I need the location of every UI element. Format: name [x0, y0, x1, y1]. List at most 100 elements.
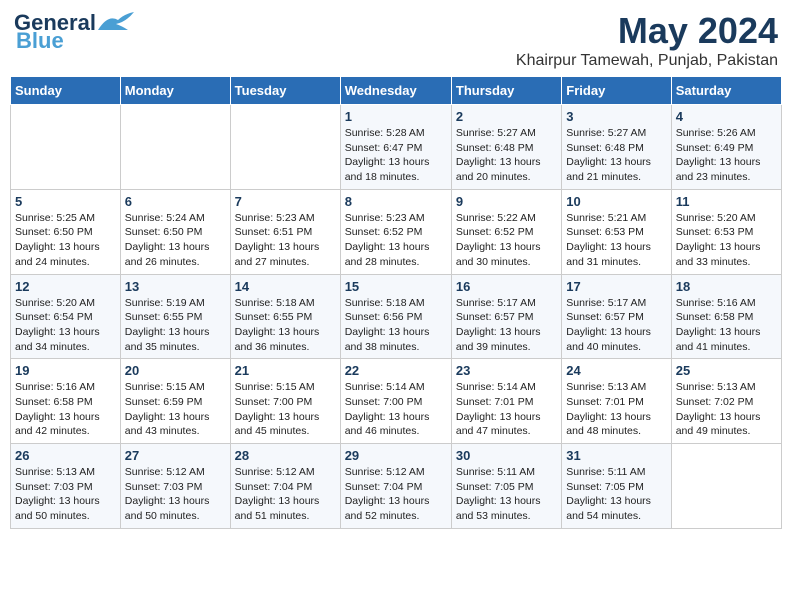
weekday-header-friday: Friday	[562, 77, 671, 105]
calendar-cell: 9 Sunrise: 5:22 AMSunset: 6:52 PMDaylight…	[451, 189, 561, 274]
day-number: 2	[456, 109, 557, 124]
day-number: 13	[125, 279, 226, 294]
day-number: 4	[676, 109, 777, 124]
calendar-table: SundayMondayTuesdayWednesdayThursdayFrid…	[10, 76, 782, 529]
day-number: 9	[456, 194, 557, 209]
calendar-cell: 7Sunrise: 5:23 AMSunset: 6:51 PMDaylight…	[230, 189, 340, 274]
calendar-week-row: 1Sunrise: 5:28 AMSunset: 6:47 PMDaylight…	[11, 105, 782, 190]
day-info: Sunrise: 5:27 AMSunset: 6:48 PMDaylight:…	[456, 126, 557, 185]
logo: General Blue	[14, 10, 134, 54]
day-info: Sunrise: 5:23 AMSunset: 6:52 PMDaylight:…	[345, 211, 447, 270]
weekday-header-tuesday: Tuesday	[230, 77, 340, 105]
day-info: Sunrise: 5:13 AMSunset: 7:02 PMDaylight:…	[676, 380, 777, 439]
calendar-week-row: 5 Sunrise: 5:25 AMSunset: 6:50 PMDaylight…	[11, 189, 782, 274]
calendar-cell: 15Sunrise: 5:18 AMSunset: 6:56 PMDayligh…	[340, 274, 451, 359]
day-number: 23	[456, 363, 557, 378]
calendar-cell: 21 Sunrise: 5:15 AMSunset: 7:00 PMDayligh…	[230, 359, 340, 444]
calendar-cell: 3 Sunrise: 5:27 AMSunset: 6:48 PMDaylight…	[562, 105, 671, 190]
page-header: General Blue May 2024 Khairpur Tamewah, …	[10, 10, 782, 70]
day-number: 30	[456, 448, 557, 463]
day-number: 10	[566, 194, 666, 209]
month-title: May 2024	[516, 10, 778, 52]
day-info: Sunrise: 5:20 AMSunset: 6:54 PMDaylight:…	[15, 296, 116, 355]
day-info: Sunrise: 5:27 AMSunset: 6:48 PMDaylight:…	[566, 126, 666, 185]
day-number: 6	[125, 194, 226, 209]
calendar-cell: 8Sunrise: 5:23 AMSunset: 6:52 PMDaylight…	[340, 189, 451, 274]
location: Khairpur Tamewah, Punjab, Pakistan	[516, 52, 778, 70]
calendar-week-row: 19 Sunrise: 5:16 AMSunset: 6:58 PMDayligh…	[11, 359, 782, 444]
day-info: Sunrise: 5:18 AMSunset: 6:55 PMDaylight:…	[235, 296, 336, 355]
calendar-cell	[11, 105, 121, 190]
calendar-cell: 19 Sunrise: 5:16 AMSunset: 6:58 PMDayligh…	[11, 359, 121, 444]
day-number: 3	[566, 109, 666, 124]
day-info: Sunrise: 5:11 AMSunset: 7:05 PMDaylight:…	[566, 465, 666, 524]
day-info: Sunrise: 5:18 AMSunset: 6:56 PMDaylight:…	[345, 296, 447, 355]
title-area: May 2024 Khairpur Tamewah, Punjab, Pakis…	[516, 10, 778, 70]
calendar-cell: 14 Sunrise: 5:18 AMSunset: 6:55 PMDayligh…	[230, 274, 340, 359]
day-info: Sunrise: 5:14 AMSunset: 7:01 PMDaylight:…	[456, 380, 557, 439]
calendar-cell: 17 Sunrise: 5:17 AMSunset: 6:57 PMDayligh…	[562, 274, 671, 359]
day-info: Sunrise: 5:21 AMSunset: 6:53 PMDaylight:…	[566, 211, 666, 270]
calendar-cell	[671, 444, 781, 529]
day-info: Sunrise: 5:13 AMSunset: 7:01 PMDaylight:…	[566, 380, 666, 439]
day-number: 14	[235, 279, 336, 294]
calendar-week-row: 12 Sunrise: 5:20 AMSunset: 6:54 PMDayligh…	[11, 274, 782, 359]
day-info: Sunrise: 5:28 AMSunset: 6:47 PMDaylight:…	[345, 126, 447, 185]
day-number: 29	[345, 448, 447, 463]
day-info: Sunrise: 5:11 AMSunset: 7:05 PMDaylight:…	[456, 465, 557, 524]
calendar-week-row: 26Sunrise: 5:13 AMSunset: 7:03 PMDayligh…	[11, 444, 782, 529]
day-info: Sunrise: 5:15 AMSunset: 7:00 PMDaylight:…	[235, 380, 336, 439]
calendar-cell: 27 Sunrise: 5:12 AMSunset: 7:03 PMDayligh…	[120, 444, 230, 529]
day-info: Sunrise: 5:20 AMSunset: 6:53 PMDaylight:…	[676, 211, 777, 270]
calendar-cell: 5 Sunrise: 5:25 AMSunset: 6:50 PMDaylight…	[11, 189, 121, 274]
day-number: 22	[345, 363, 447, 378]
day-info: Sunrise: 5:22 AMSunset: 6:52 PMDaylight:…	[456, 211, 557, 270]
day-info: Sunrise: 5:17 AMSunset: 6:57 PMDaylight:…	[456, 296, 557, 355]
calendar-cell: 31 Sunrise: 5:11 AMSunset: 7:05 PMDayligh…	[562, 444, 671, 529]
weekday-header-monday: Monday	[120, 77, 230, 105]
day-info: Sunrise: 5:16 AMSunset: 6:58 PMDaylight:…	[15, 380, 116, 439]
day-info: Sunrise: 5:14 AMSunset: 7:00 PMDaylight:…	[345, 380, 447, 439]
calendar-cell: 22 Sunrise: 5:14 AMSunset: 7:00 PMDayligh…	[340, 359, 451, 444]
calendar-cell: 28 Sunrise: 5:12 AMSunset: 7:04 PMDayligh…	[230, 444, 340, 529]
calendar-cell: 26Sunrise: 5:13 AMSunset: 7:03 PMDayligh…	[11, 444, 121, 529]
day-number: 28	[235, 448, 336, 463]
day-number: 24	[566, 363, 666, 378]
day-number: 12	[15, 279, 116, 294]
calendar-cell: 2 Sunrise: 5:27 AMSunset: 6:48 PMDaylight…	[451, 105, 561, 190]
logo-bird-icon	[98, 12, 134, 34]
day-number: 19	[15, 363, 116, 378]
calendar-cell: 4Sunrise: 5:26 AMSunset: 6:49 PMDaylight…	[671, 105, 781, 190]
day-info: Sunrise: 5:19 AMSunset: 6:55 PMDaylight:…	[125, 296, 226, 355]
day-number: 27	[125, 448, 226, 463]
calendar-cell	[230, 105, 340, 190]
calendar-cell: 10 Sunrise: 5:21 AMSunset: 6:53 PMDayligh…	[562, 189, 671, 274]
day-number: 20	[125, 363, 226, 378]
day-number: 31	[566, 448, 666, 463]
day-number: 17	[566, 279, 666, 294]
day-number: 26	[15, 448, 116, 463]
day-number: 7	[235, 194, 336, 209]
calendar-cell: 18Sunrise: 5:16 AMSunset: 6:58 PMDayligh…	[671, 274, 781, 359]
logo-blue: Blue	[14, 28, 64, 54]
day-info: Sunrise: 5:25 AMSunset: 6:50 PMDaylight:…	[15, 211, 116, 270]
day-number: 11	[676, 194, 777, 209]
day-number: 18	[676, 279, 777, 294]
calendar-cell: 29 Sunrise: 5:12 AMSunset: 7:04 PMDayligh…	[340, 444, 451, 529]
day-info: Sunrise: 5:12 AMSunset: 7:03 PMDaylight:…	[125, 465, 226, 524]
calendar-cell	[120, 105, 230, 190]
weekday-header-thursday: Thursday	[451, 77, 561, 105]
day-number: 21	[235, 363, 336, 378]
day-info: Sunrise: 5:12 AMSunset: 7:04 PMDaylight:…	[235, 465, 336, 524]
weekday-header-saturday: Saturday	[671, 77, 781, 105]
calendar-cell: 23 Sunrise: 5:14 AMSunset: 7:01 PMDayligh…	[451, 359, 561, 444]
day-info: Sunrise: 5:24 AMSunset: 6:50 PMDaylight:…	[125, 211, 226, 270]
day-info: Sunrise: 5:15 AMSunset: 6:59 PMDaylight:…	[125, 380, 226, 439]
weekday-header-row: SundayMondayTuesdayWednesdayThursdayFrid…	[11, 77, 782, 105]
weekday-header-sunday: Sunday	[11, 77, 121, 105]
day-info: Sunrise: 5:12 AMSunset: 7:04 PMDaylight:…	[345, 465, 447, 524]
calendar-cell: 6 Sunrise: 5:24 AMSunset: 6:50 PMDaylight…	[120, 189, 230, 274]
day-number: 5	[15, 194, 116, 209]
day-info: Sunrise: 5:17 AMSunset: 6:57 PMDaylight:…	[566, 296, 666, 355]
calendar-cell: 30 Sunrise: 5:11 AMSunset: 7:05 PMDayligh…	[451, 444, 561, 529]
